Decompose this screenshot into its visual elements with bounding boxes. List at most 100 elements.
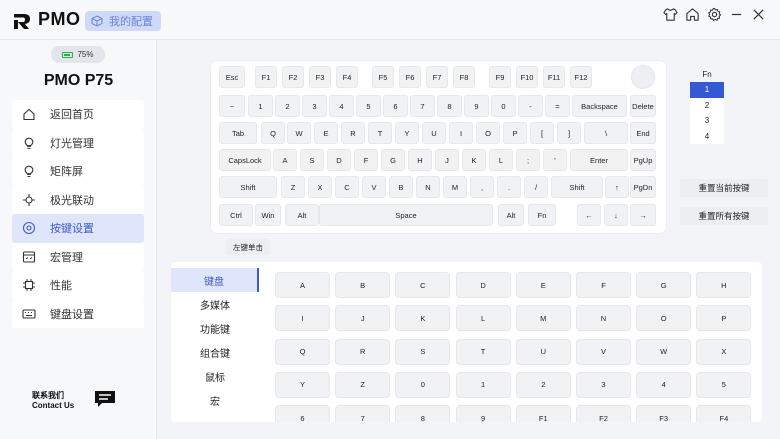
- key-0-2[interactable]: F2: [282, 66, 304, 88]
- sidebar-item-5[interactable]: 按键设置: [12, 214, 144, 243]
- key-5-7[interactable]: ↓: [604, 204, 628, 226]
- key-5-5[interactable]: Fn: [528, 204, 556, 226]
- key-2-10[interactable]: P: [503, 122, 527, 144]
- key-option[interactable]: U: [515, 338, 571, 365]
- category-tab-6[interactable]: 宏: [171, 388, 259, 412]
- key-0-3[interactable]: F3: [309, 66, 331, 88]
- key-0-4[interactable]: F4: [336, 66, 358, 88]
- key-option[interactable]: 5: [696, 371, 752, 398]
- key-1-7[interactable]: 7: [410, 95, 435, 117]
- key-option[interactable]: 7: [335, 405, 391, 422]
- key-1-10[interactable]: 0: [491, 95, 516, 117]
- key-3-5[interactable]: G: [381, 149, 405, 171]
- key-3-11[interactable]: ': [543, 149, 567, 171]
- key-option[interactable]: 6: [275, 405, 330, 422]
- key-option[interactable]: V: [576, 338, 631, 365]
- sidebar-item-4[interactable]: 极光联动: [12, 185, 144, 214]
- key-option[interactable]: 4: [636, 371, 692, 398]
- key-4-7[interactable]: M: [443, 176, 467, 198]
- key-1-5[interactable]: 5: [356, 95, 381, 117]
- key-option[interactable]: L: [455, 305, 511, 332]
- close-button[interactable]: [750, 6, 766, 22]
- key-option[interactable]: M: [515, 305, 571, 332]
- key-3-12[interactable]: Enter: [570, 149, 628, 171]
- key-1-0[interactable]: ~: [219, 95, 245, 117]
- key-4-8[interactable]: ,: [470, 176, 494, 198]
- key-0-8[interactable]: F8: [453, 66, 475, 88]
- layer-3[interactable]: 3: [690, 113, 724, 129]
- key-0-10[interactable]: F10: [516, 66, 538, 88]
- layer-1[interactable]: 1: [690, 82, 724, 98]
- key-option[interactable]: E: [515, 272, 571, 298]
- category-tab-1[interactable]: 键盘: [171, 268, 259, 292]
- category-tab-3[interactable]: 功能键: [171, 316, 259, 340]
- key-option[interactable]: 9: [455, 405, 511, 422]
- key-4-2[interactable]: X: [308, 176, 332, 198]
- category-tab-2[interactable]: 多媒体: [171, 292, 259, 316]
- key-3-9[interactable]: L: [489, 149, 513, 171]
- key-1-6[interactable]: 6: [383, 95, 408, 117]
- contact-us[interactable]: 联系我们 Contact Us: [32, 391, 74, 411]
- key-0-11[interactable]: F11: [543, 66, 565, 88]
- key-4-3[interactable]: C: [335, 176, 359, 198]
- key-5-4[interactable]: Alt: [498, 204, 524, 226]
- key-option[interactable]: J: [335, 305, 391, 332]
- key-2-11[interactable]: [: [530, 122, 554, 144]
- key-1-13[interactable]: Backspace: [572, 95, 627, 117]
- key-option[interactable]: Y: [275, 371, 330, 398]
- key-2-12[interactable]: ]: [557, 122, 581, 144]
- key-0-6[interactable]: F6: [399, 66, 421, 88]
- key-5-8[interactable]: →: [630, 204, 656, 226]
- key-3-6[interactable]: H: [408, 149, 432, 171]
- key-4-10[interactable]: /: [524, 176, 548, 198]
- key-option[interactable]: I: [275, 305, 330, 332]
- chat-icon[interactable]: [94, 390, 116, 408]
- key-4-5[interactable]: B: [389, 176, 413, 198]
- key-option[interactable]: N: [576, 305, 631, 332]
- key-option[interactable]: 0: [395, 371, 451, 398]
- key-option[interactable]: T: [455, 338, 511, 365]
- key-option[interactable]: K: [395, 305, 451, 332]
- key-4-6[interactable]: N: [416, 176, 440, 198]
- key-1-3[interactable]: 3: [302, 95, 327, 117]
- key-0-1[interactable]: F1: [255, 66, 277, 88]
- key-option[interactable]: Q: [275, 338, 330, 365]
- key-2-3[interactable]: E: [314, 122, 338, 144]
- key-1-2[interactable]: 2: [275, 95, 300, 117]
- key-option[interactable]: F4: [696, 405, 752, 422]
- key-2-4[interactable]: R: [341, 122, 365, 144]
- key-option[interactable]: O: [636, 305, 692, 332]
- key-2-1[interactable]: Q: [261, 122, 285, 144]
- key-option[interactable]: F2: [576, 405, 631, 422]
- key-5-3[interactable]: Space: [319, 204, 493, 226]
- key-4-0[interactable]: Shift: [219, 176, 277, 198]
- key-option[interactable]: X: [696, 338, 752, 365]
- layer-2[interactable]: 2: [690, 97, 724, 113]
- skin-button[interactable]: [662, 6, 678, 22]
- key-2-14[interactable]: End: [630, 122, 656, 144]
- key-option[interactable]: F1: [515, 405, 571, 422]
- key-2-2[interactable]: W: [287, 122, 311, 144]
- key-3-0[interactable]: CapsLock: [219, 149, 271, 171]
- key-option[interactable]: S: [395, 338, 451, 365]
- key-option[interactable]: A: [275, 272, 330, 298]
- key-4-9[interactable]: .: [497, 176, 521, 198]
- reset-current-key-button[interactable]: 重置当前按键: [680, 179, 768, 197]
- key-3-8[interactable]: K: [462, 149, 486, 171]
- key-4-13[interactable]: PgDn: [630, 176, 656, 198]
- key-1-4[interactable]: 4: [329, 95, 354, 117]
- my-config-button[interactable]: 我的配置: [85, 11, 161, 31]
- key-3-3[interactable]: D: [327, 149, 351, 171]
- key-3-13[interactable]: PgUp: [630, 149, 656, 171]
- key-option[interactable]: R: [335, 338, 391, 365]
- sidebar-item-3[interactable]: 矩阵屏: [12, 157, 144, 186]
- key-0-7[interactable]: F7: [426, 66, 448, 88]
- settings-button[interactable]: [706, 6, 722, 22]
- key-option[interactable]: F: [576, 272, 631, 298]
- sidebar-item-2[interactable]: 灯光管理: [12, 128, 144, 157]
- key-option[interactable]: W: [636, 338, 692, 365]
- key-2-8[interactable]: I: [449, 122, 473, 144]
- key-2-13[interactable]: \: [584, 122, 628, 144]
- key-option[interactable]: 1: [455, 371, 511, 398]
- key-5-1[interactable]: Win: [255, 204, 281, 226]
